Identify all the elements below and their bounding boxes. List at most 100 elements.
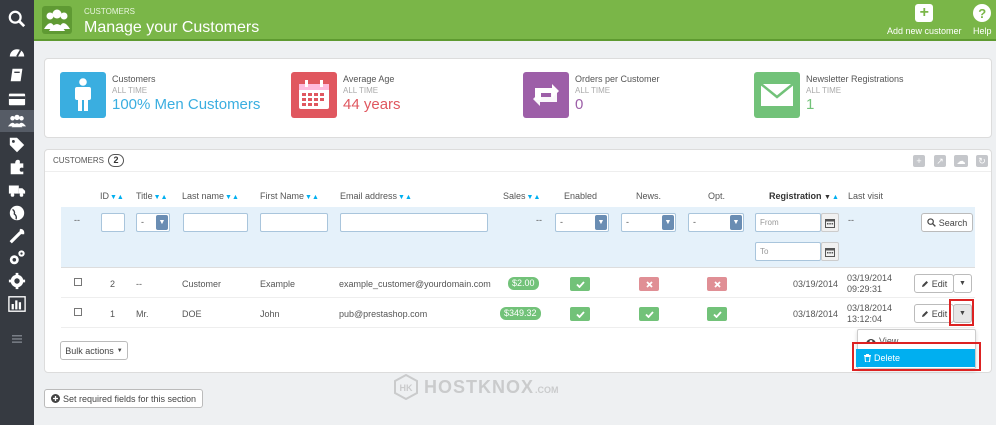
optin-check-icon[interactable] xyxy=(707,307,727,321)
column-header-sales[interactable]: Sales▼▲ xyxy=(503,191,540,201)
sort-arrows-icon[interactable]: ▼▲ xyxy=(110,194,124,201)
search-button[interactable]: Search xyxy=(921,213,973,232)
table-row[interactable]: 2 -- Customer Example example_customer@y… xyxy=(61,269,975,298)
customer-count-badge: 2 xyxy=(108,154,124,167)
calendar-icon xyxy=(291,72,337,118)
cell-id: 2 xyxy=(110,279,116,289)
kpi-customers[interactable]: Customers ALL TIME 100% Men Customers xyxy=(60,72,260,118)
column-header-registration[interactable]: Registration ▼▲ xyxy=(769,191,839,201)
sidebar-search[interactable] xyxy=(0,8,34,30)
newsletter-check-icon[interactable] xyxy=(639,307,659,321)
kpi-period: ALL TIME xyxy=(806,86,842,95)
enabled-check-icon[interactable] xyxy=(570,307,590,321)
filter-id-input[interactable] xyxy=(101,213,125,232)
column-header-optin: Opt. xyxy=(708,191,726,201)
column-header-last-name[interactable]: Last name▼▲ xyxy=(182,191,239,201)
newsletter-cross-icon[interactable] xyxy=(639,277,659,291)
column-header-email[interactable]: Email address▼▲ xyxy=(340,191,412,201)
filter-row: -- - ▼ -- - ▼ - ▼ - ▼ From To -- Search xyxy=(61,207,975,268)
globe-icon xyxy=(9,205,25,221)
kpi-newsletter-registrations[interactable]: Newsletter Registrations ALL TIME 1 xyxy=(754,72,904,118)
cell-last-visit-date: 03/19/2014 xyxy=(847,273,893,283)
cloud-upload-icon[interactable]: ☁ xyxy=(954,155,968,167)
edit-button[interactable]: Edit xyxy=(914,274,954,293)
row-actions-dropdown-toggle[interactable]: ▼ xyxy=(953,274,972,293)
column-header-id[interactable]: ID▼▲ xyxy=(100,191,124,201)
sidebar-item-preferences[interactable] xyxy=(0,225,34,247)
kpi-panel: Customers ALL TIME 100% Men Customers Av… xyxy=(44,58,992,138)
filter-last-name-input[interactable] xyxy=(183,213,248,232)
kpi-orders-per-customer[interactable]: Orders per Customer ALL TIME 0 xyxy=(523,72,660,118)
enabled-check-icon[interactable] xyxy=(570,277,590,291)
cell-first-name: John xyxy=(260,309,280,319)
edit-button[interactable]: Edit xyxy=(914,304,954,323)
select-value: - xyxy=(560,217,563,227)
sales-badge: $2.00 xyxy=(508,277,539,290)
row-checkbox[interactable] xyxy=(74,308,82,316)
sidebar-item-shipping[interactable] xyxy=(0,179,34,201)
calendar-icon[interactable] xyxy=(821,213,839,232)
filter-title-select[interactable]: - ▼ xyxy=(136,213,170,232)
sidebar-item-dashboard[interactable] xyxy=(0,41,34,63)
sidebar-item-customers[interactable] xyxy=(0,110,34,132)
optin-cross-icon[interactable] xyxy=(707,277,727,291)
bulk-actions-button[interactable]: Bulk actions ▼ xyxy=(60,341,128,360)
sidebar-item-modules[interactable] xyxy=(0,156,34,178)
panel-heading: CUSTOMERS 2 + ↗ ☁ ↻ xyxy=(45,150,991,172)
cell-id: 1 xyxy=(110,309,116,319)
add-icon[interactable]: + xyxy=(913,155,925,167)
retweet-icon xyxy=(523,72,569,118)
kpi-period: ALL TIME xyxy=(575,86,611,95)
filter-newsletter-select[interactable]: - ▼ xyxy=(621,213,676,232)
wrench-icon xyxy=(9,228,25,244)
sidebar-item-price-rules[interactable] xyxy=(0,134,34,156)
cell-last-name: Customer xyxy=(182,279,222,289)
help-button[interactable]: ? Help xyxy=(973,4,992,36)
add-new-customer-button[interactable]: + Add new customer xyxy=(887,4,962,36)
calendar-icon[interactable] xyxy=(821,242,839,261)
breadcrumb[interactable]: Customers xyxy=(84,7,135,16)
filter-registration-to-input[interactable]: To xyxy=(755,242,821,261)
row-checkbox[interactable] xyxy=(74,278,82,286)
sidebar xyxy=(0,0,34,425)
male-user-icon xyxy=(60,72,106,118)
sidebar-item-catalog[interactable] xyxy=(0,64,34,86)
page-header: Customers Manage your Customers + Add ne… xyxy=(34,0,996,41)
sort-arrows-icon[interactable]: ▼▲ xyxy=(154,194,168,201)
sidebar-item-administration[interactable] xyxy=(0,270,34,292)
sort-arrows-icon[interactable]: ▼▲ xyxy=(527,194,541,201)
filter-email-input[interactable] xyxy=(340,213,488,232)
pencil-icon xyxy=(921,280,928,287)
help-label: Help xyxy=(973,26,992,36)
highlight-box xyxy=(949,299,974,326)
sort-arrows-icon[interactable]: ▼▲ xyxy=(305,194,319,201)
sidebar-collapse-toggle[interactable] xyxy=(0,330,34,348)
filter-optin-select[interactable]: - ▼ xyxy=(688,213,744,232)
filter-placeholder: -- xyxy=(74,215,80,225)
column-header-first-name[interactable]: First Name▼▲ xyxy=(260,191,319,201)
sidebar-item-orders[interactable] xyxy=(0,88,34,110)
svg-text:HK: HK xyxy=(400,383,413,393)
column-header-title[interactable]: Title▼▲ xyxy=(136,191,168,201)
refresh-icon[interactable]: ↻ xyxy=(976,155,988,167)
kpi-period: ALL TIME xyxy=(112,86,148,95)
table-row[interactable]: 1 Mr. DOE John pub@prestashop.com $349.3… xyxy=(61,299,975,328)
sort-desc-icon[interactable]: ▼ xyxy=(824,194,831,201)
sort-arrows-icon[interactable]: ▼▲ xyxy=(398,194,412,201)
sort-asc-icon[interactable]: ▲ xyxy=(832,194,839,201)
cell-email: example_customer@yourdomain.com xyxy=(339,279,491,289)
kpi-average-age[interactable]: Average Age ALL TIME 44 years xyxy=(291,72,401,118)
gears-icon xyxy=(9,250,25,265)
chevron-down-icon: ▼ xyxy=(156,215,168,230)
filter-enabled-select[interactable]: - ▼ xyxy=(555,213,609,232)
help-icon: ? xyxy=(973,4,992,22)
sort-arrows-icon[interactable]: ▼▲ xyxy=(225,194,239,201)
filter-first-name-input[interactable] xyxy=(260,213,328,232)
filter-registration-from-input[interactable]: From xyxy=(755,213,821,232)
sidebar-item-advanced[interactable] xyxy=(0,247,34,269)
sidebar-item-localization[interactable] xyxy=(0,202,34,224)
set-required-fields-button[interactable]: Set required fields for this section xyxy=(44,389,204,408)
sidebar-item-stats[interactable] xyxy=(0,293,34,315)
search-icon xyxy=(927,218,936,227)
export-icon[interactable]: ↗ xyxy=(934,155,946,167)
